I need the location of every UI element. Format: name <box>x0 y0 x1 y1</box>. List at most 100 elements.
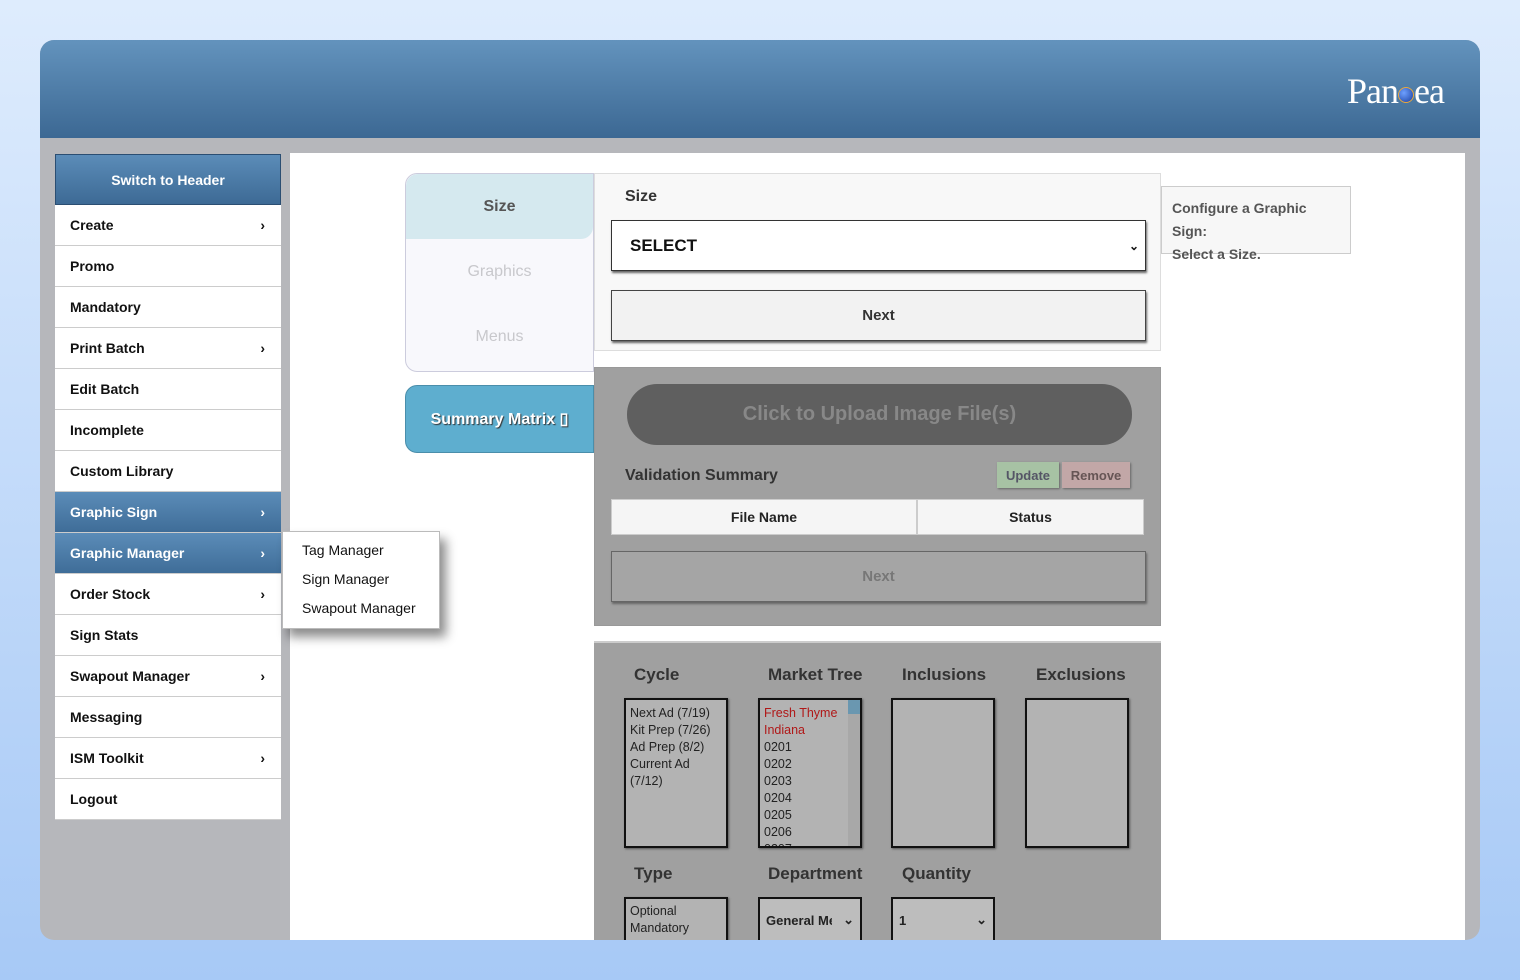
department-select[interactable]: General Mer ⌄ <box>758 897 862 940</box>
size-label: Size <box>625 188 658 205</box>
chevron-right-icon: › <box>260 545 265 561</box>
quantity-select[interactable]: 1 ⌄ <box>891 897 995 940</box>
tab-size[interactable]: Size <box>406 174 593 239</box>
sidebar-item-custom-library[interactable]: Custom Library <box>55 451 281 492</box>
sidebar-item-edit-batch[interactable]: Edit Batch <box>55 369 281 410</box>
exclusions-label: Exclusions <box>1036 665 1126 684</box>
list-option[interactable]: Mandatory <box>630 920 722 937</box>
column-file-name[interactable]: File Name <box>611 499 917 535</box>
pangea-logo: Pan ea <box>1347 71 1445 111</box>
exclusions-listbox[interactable] <box>1025 698 1129 848</box>
sidebar-item-label: Edit Batch <box>70 381 140 397</box>
chevron-down-icon: ⌄ <box>1128 238 1139 253</box>
step-tabs: Size Graphics Menus <box>405 173 594 372</box>
sidebar-item-mandatory[interactable]: Mandatory <box>55 287 281 328</box>
filters-panel: Cycle Market Tree Inclusions Exclusions … <box>594 641 1161 940</box>
help-tooltip: Configure a Graphic Sign: Select a Size. <box>1161 186 1351 262</box>
sidebar-item-create[interactable]: Create › <box>55 205 281 246</box>
list-option[interactable]: 0205 <box>764 807 844 824</box>
scrollbar[interactable] <box>848 700 860 846</box>
type-listbox[interactable]: OptionalMandatoryCo-op <box>624 897 728 940</box>
list-option[interactable]: Kit Prep (7/26) <box>630 722 722 739</box>
summary-matrix-button[interactable]: Summary Matrix ▯ <box>405 385 594 453</box>
chevron-right-icon: › <box>260 586 265 602</box>
list-option[interactable]: Co-op <box>630 937 722 940</box>
submenu-swapout-manager[interactable]: Swapout Manager <box>302 600 439 629</box>
list-option[interactable]: Current Ad (7/12) <box>630 756 722 790</box>
sidebar-item-graphic-manager[interactable]: Graphic Manager › <box>55 533 281 574</box>
list-option[interactable]: Indiana <box>764 722 844 739</box>
list-option[interactable]: Fresh Thyme <box>764 705 844 722</box>
sidebar-item-promo[interactable]: Promo <box>55 246 281 287</box>
size-next-button[interactable]: Next <box>611 290 1146 341</box>
upload-next-button[interactable]: Next <box>611 551 1146 602</box>
sidebar-item-incomplete[interactable]: Incomplete <box>55 410 281 451</box>
sidebar-item-label: Sign Stats <box>70 627 139 643</box>
chevron-right-icon: › <box>260 750 265 766</box>
size-select-value: SELECT <box>630 235 698 255</box>
sidebar-item-label: Promo <box>70 258 115 274</box>
graphic-manager-submenu: Tag Manager Sign Manager Swapout Manager <box>282 531 440 629</box>
chevron-right-icon: › <box>260 504 265 520</box>
chevron-right-icon: › <box>260 668 265 684</box>
cycle-listbox[interactable]: Next Ad (7/19) Kit Prep (7/26) Ad Prep (8/… <box>624 698 728 848</box>
size-panel: Size SELECT ⌄ Next <box>594 173 1161 351</box>
sidebar-item-label: ISM Toolkit <box>70 750 144 766</box>
tab-graphics[interactable]: Graphics <box>406 239 593 304</box>
list-option[interactable]: Optional <box>630 903 722 920</box>
sidebar-item-label: Graphic Manager <box>70 545 185 561</box>
submenu-sign-manager[interactable]: Sign Manager <box>302 571 439 600</box>
market-tree-listbox[interactable]: Fresh Thyme Indiana 0201 0202 0203 0204 0205 02… <box>758 698 862 848</box>
sidebar-item-messaging[interactable]: Messaging <box>55 697 281 738</box>
chevron-right-icon: › <box>260 340 265 356</box>
tab-menus[interactable]: Menus <box>406 304 593 369</box>
sidebar-item-label: Swapout Manager <box>70 668 190 684</box>
cycle-label: Cycle <box>634 665 680 684</box>
tip-line-2: Select a Size. <box>1172 246 1261 262</box>
upload-panel: Click to Upload Image File(s) Validation… <box>594 367 1161 626</box>
inclusions-label: Inclusions <box>902 665 987 684</box>
list-option[interactable]: 0204 <box>764 790 844 807</box>
switch-to-header-button[interactable]: Switch to Header <box>55 154 281 205</box>
inclusions-listbox[interactable] <box>891 698 995 848</box>
submenu-tag-manager[interactable]: Tag Manager <box>302 542 439 571</box>
sidebar-item-label: Graphic Sign <box>70 504 158 520</box>
list-option[interactable]: 0206 <box>764 824 844 841</box>
sidebar-item-swapout-manager[interactable]: Swapout Manager › <box>55 656 281 697</box>
sidebar-item-sign-stats[interactable]: Sign Stats <box>55 615 281 656</box>
department-label: Department <box>768 864 863 883</box>
sidebar-item-label: Print Batch <box>70 340 145 356</box>
sidebar-item-order-stock[interactable]: Order Stock › <box>55 574 281 615</box>
sidebar-item-label: Logout <box>70 791 118 807</box>
app-window: Pan ea Switch to Header Create › Promo Manda… <box>40 40 1480 940</box>
sidebar-item-ism-toolkit[interactable]: ISM Toolkit › <box>55 738 281 779</box>
column-status[interactable]: Status <box>917 499 1144 535</box>
sidebar-item-label: Custom Library <box>70 463 174 479</box>
quantity-label: Quantity <box>902 864 971 883</box>
sidebar-item-logout[interactable]: Logout <box>55 779 281 820</box>
sidebar-item-print-batch[interactable]: Print Batch › <box>55 328 281 369</box>
sidebar-item-label: Create <box>70 217 114 233</box>
sidebar-item-label: Incomplete <box>70 422 144 438</box>
validation-summary-label: Validation Summary <box>625 467 778 484</box>
type-label: Type <box>634 864 673 883</box>
size-select[interactable]: SELECT ⌄ <box>611 220 1146 271</box>
list-option[interactable]: 0203 <box>764 773 844 790</box>
sidebar-item-label: Mandatory <box>70 299 141 315</box>
sidebar-item-graphic-sign[interactable]: Graphic Sign › <box>55 492 281 533</box>
chevron-down-icon: ⌄ <box>976 912 987 927</box>
list-option[interactable]: 0201 <box>764 739 844 756</box>
list-option[interactable]: Ad Prep (8/2) <box>630 739 722 756</box>
list-option[interactable]: 0202 <box>764 756 844 773</box>
update-button[interactable]: Update <box>997 462 1059 488</box>
tip-line-1: Configure a Graphic Sign: <box>1172 200 1307 239</box>
quantity-value: 1 <box>899 912 907 928</box>
list-option[interactable]: 0207 <box>764 841 844 846</box>
chevron-down-icon: ⌄ <box>843 912 854 927</box>
upload-button[interactable]: Click to Upload Image File(s) <box>627 384 1132 445</box>
sidebar: Switch to Header Create › Promo Mandatory Pr… <box>55 154 281 820</box>
department-value: General Mer <box>766 912 832 928</box>
list-option[interactable]: Next Ad (7/19) <box>630 705 722 722</box>
remove-button[interactable]: Remove <box>1062 462 1130 488</box>
header-bar: Pan ea <box>40 40 1480 138</box>
